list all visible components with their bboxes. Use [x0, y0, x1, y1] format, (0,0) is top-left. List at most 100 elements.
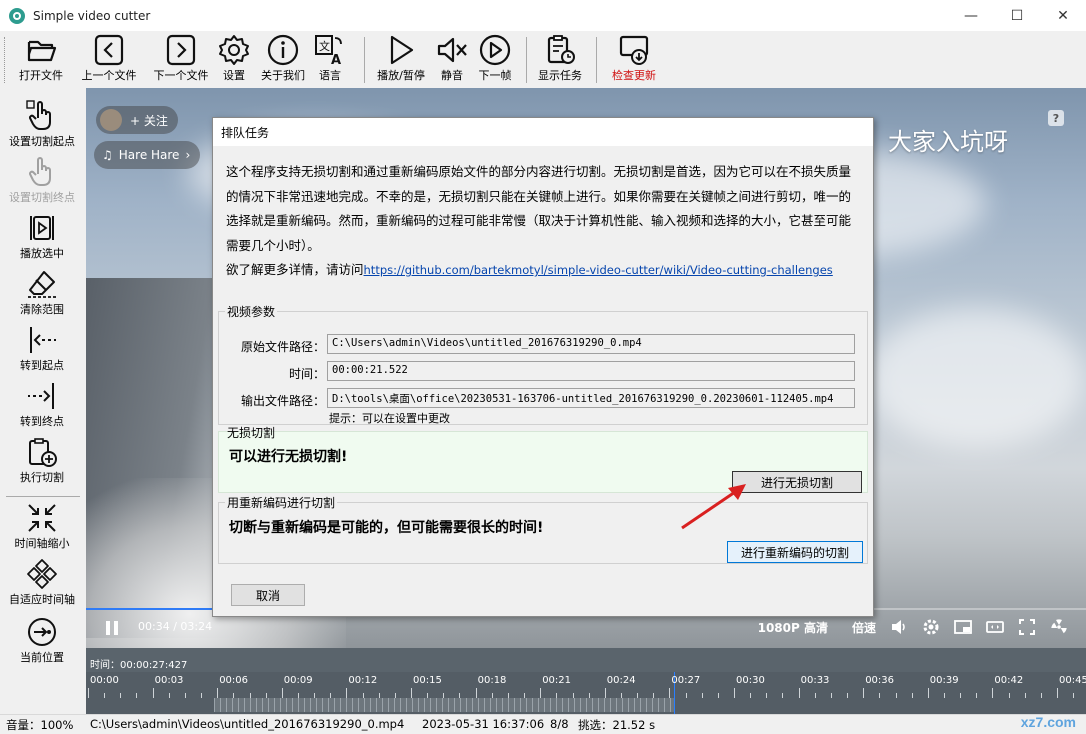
annotation-arrow-icon: [681, 484, 746, 530]
output-path-field[interactable]: D:\tools\桌面\office\20230531-163706-untit…: [327, 388, 855, 408]
clear-range-label: 清除范围: [20, 303, 64, 316]
minimize-button[interactable]: —: [948, 0, 994, 31]
fit-timeline-button[interactable]: 自适应时间轴: [0, 558, 84, 607]
svg-text:A: A: [331, 53, 341, 67]
toolbar-grip: [4, 37, 6, 83]
timeline-tick-label: 00:15: [413, 675, 442, 686]
language-button[interactable]: 文A 语言: [312, 31, 348, 88]
widescreen-icon[interactable]: [986, 618, 1004, 636]
help-icon[interactable]: ?: [1048, 110, 1064, 126]
sidebar-separator: [6, 496, 80, 497]
timeline-tick: [104, 693, 106, 698]
clear-range-button[interactable]: 清除范围: [0, 268, 84, 317]
pause-icon[interactable]: [104, 619, 120, 637]
mute-label: 静音: [441, 69, 463, 82]
prev-file-button[interactable]: 上一个文件: [76, 31, 142, 88]
timeline-tick-label: 00:12: [348, 675, 378, 686]
timeline-tick: [362, 693, 364, 698]
wiki-link[interactable]: https://github.com/bartekmotyl/simple-vi…: [364, 263, 833, 277]
current-position-button[interactable]: 当前位置: [0, 616, 84, 665]
set-start-button[interactable]: 设置切割起点: [0, 100, 84, 149]
more-info-label: 欲了解更多详情，请访问: [226, 262, 364, 277]
close-button[interactable]: ✕: [1040, 0, 1086, 31]
timeline-tick: [669, 688, 671, 698]
about-label: 关于我们: [261, 69, 305, 82]
timeline-tick: [847, 693, 849, 698]
set-start-label: 设置切割起点: [9, 135, 75, 148]
timeline-shrink-button[interactable]: 时间轴缩小: [0, 502, 84, 551]
volume-icon[interactable]: [890, 618, 908, 636]
timeline-tick: [572, 693, 574, 698]
chevron-left-box-icon: [94, 34, 124, 66]
timeline-tick-label: 00:24: [606, 675, 636, 686]
timeline-tick: [653, 693, 655, 698]
fullscreen-icon[interactable]: [1018, 618, 1036, 636]
dialog-title: 排队任务: [213, 118, 873, 146]
next-file-button[interactable]: 下一个文件: [148, 31, 214, 88]
timeline-tick: [814, 693, 816, 698]
mute-button[interactable]: 静音: [432, 31, 472, 88]
player-total-time: 03:24: [180, 620, 213, 633]
radiation-icon[interactable]: [1050, 618, 1068, 636]
about-button[interactable]: 关于我们: [256, 31, 310, 88]
set-end-button[interactable]: 设置切割终点: [0, 156, 84, 205]
chevron-right-icon: ›: [185, 148, 191, 162]
open-file-button[interactable]: 打开文件: [12, 31, 70, 88]
target-arrow-icon: [28, 618, 56, 646]
lossless-group: 无损切割 可以进行无损切割! 进行无损切割: [218, 426, 868, 493]
gear-icon[interactable]: [922, 618, 940, 636]
status-selection: 挑选：21.52 s: [578, 718, 656, 732]
status-file: C:\Users\admin\Videos\untitled_201676319…: [90, 717, 405, 731]
status-volume: 音量：100%: [6, 718, 74, 732]
time-label: 时间：: [288, 367, 325, 381]
timeline-tick-label: 00:36: [865, 675, 895, 686]
show-tasks-button[interactable]: 显示任务: [532, 31, 588, 88]
timeline-tick: [734, 688, 735, 698]
timeline-tick: [249, 693, 251, 698]
timeline-ruler[interactable]: 00:00 00:03 00:06 00:09 00:12 00:15 00:18 00:21…: [86, 672, 1086, 714]
source-path-field[interactable]: C:\Users\admin\Videos\untitled_201676319…: [327, 334, 855, 354]
player-right-controls: 1080P 高清 倍速: [758, 618, 1068, 636]
timeline-tick: [184, 693, 186, 698]
timeline-tick: [960, 693, 962, 698]
current-position-label: 当前位置: [20, 651, 64, 664]
check-update-label: 检查更新: [612, 69, 656, 82]
selection-range[interactable]: [214, 698, 674, 712]
timeline-tick: [637, 693, 639, 698]
timeline-tick: [88, 688, 89, 698]
status-bar: 音量：100% C:\Users\admin\Videos\untitled_2…: [0, 714, 1086, 734]
follow-label: + 关注: [130, 113, 168, 128]
timeline-tick: [1073, 693, 1075, 698]
time-field[interactable]: 00:00:21.522: [327, 361, 855, 381]
execute-cut-button[interactable]: 执行切割: [0, 436, 84, 485]
play-selection-button[interactable]: 播放选中: [0, 212, 84, 261]
speed-button[interactable]: 倍速: [852, 619, 876, 636]
play-pause-label: 播放/暂停: [377, 69, 425, 82]
toolbar: 打开文件 上一个文件 下一个文件 设置 关于我们 文A 语言 播放/暂停 静音 …: [0, 31, 1086, 88]
eraser-icon: [28, 271, 56, 298]
timeline-tick: [491, 693, 493, 698]
maximize-button[interactable]: ☐: [994, 0, 1040, 31]
timeline-tick: [427, 693, 429, 698]
goto-end-button[interactable]: 转到终点: [0, 380, 84, 429]
timeline-shrink-label: 时间轴缩小: [14, 537, 70, 550]
pip-icon[interactable]: [954, 618, 972, 636]
settings-button[interactable]: 设置: [214, 31, 254, 88]
check-update-button[interactable]: 检查更新: [604, 31, 664, 88]
settings-label: 设置: [223, 69, 245, 82]
fit-icon: [27, 559, 57, 589]
timeline-tick: [459, 693, 461, 698]
timeline-tick: [394, 693, 396, 698]
music-tag[interactable]: ♫ Hare Hare ›: [94, 141, 201, 169]
follow-button[interactable]: + 关注: [96, 106, 178, 134]
quality-button[interactable]: 1080P 高清: [758, 619, 828, 636]
timeline-tick-label: 00:27: [671, 675, 701, 686]
reencode-cut-button[interactable]: 进行重新编码的切割: [727, 541, 863, 563]
goto-start-button[interactable]: 转到起点: [0, 324, 84, 373]
timeline[interactable]: 时间：00:00:27:427 00:00 00:03 00:06 00:09 00:1…: [86, 648, 1086, 714]
play-icon: [390, 35, 414, 65]
next-frame-button[interactable]: 下一帧: [474, 31, 516, 88]
cancel-button[interactable]: 取消: [231, 584, 305, 606]
info-icon: [267, 34, 299, 66]
play-pause-button[interactable]: 播放/暂停: [372, 31, 430, 88]
